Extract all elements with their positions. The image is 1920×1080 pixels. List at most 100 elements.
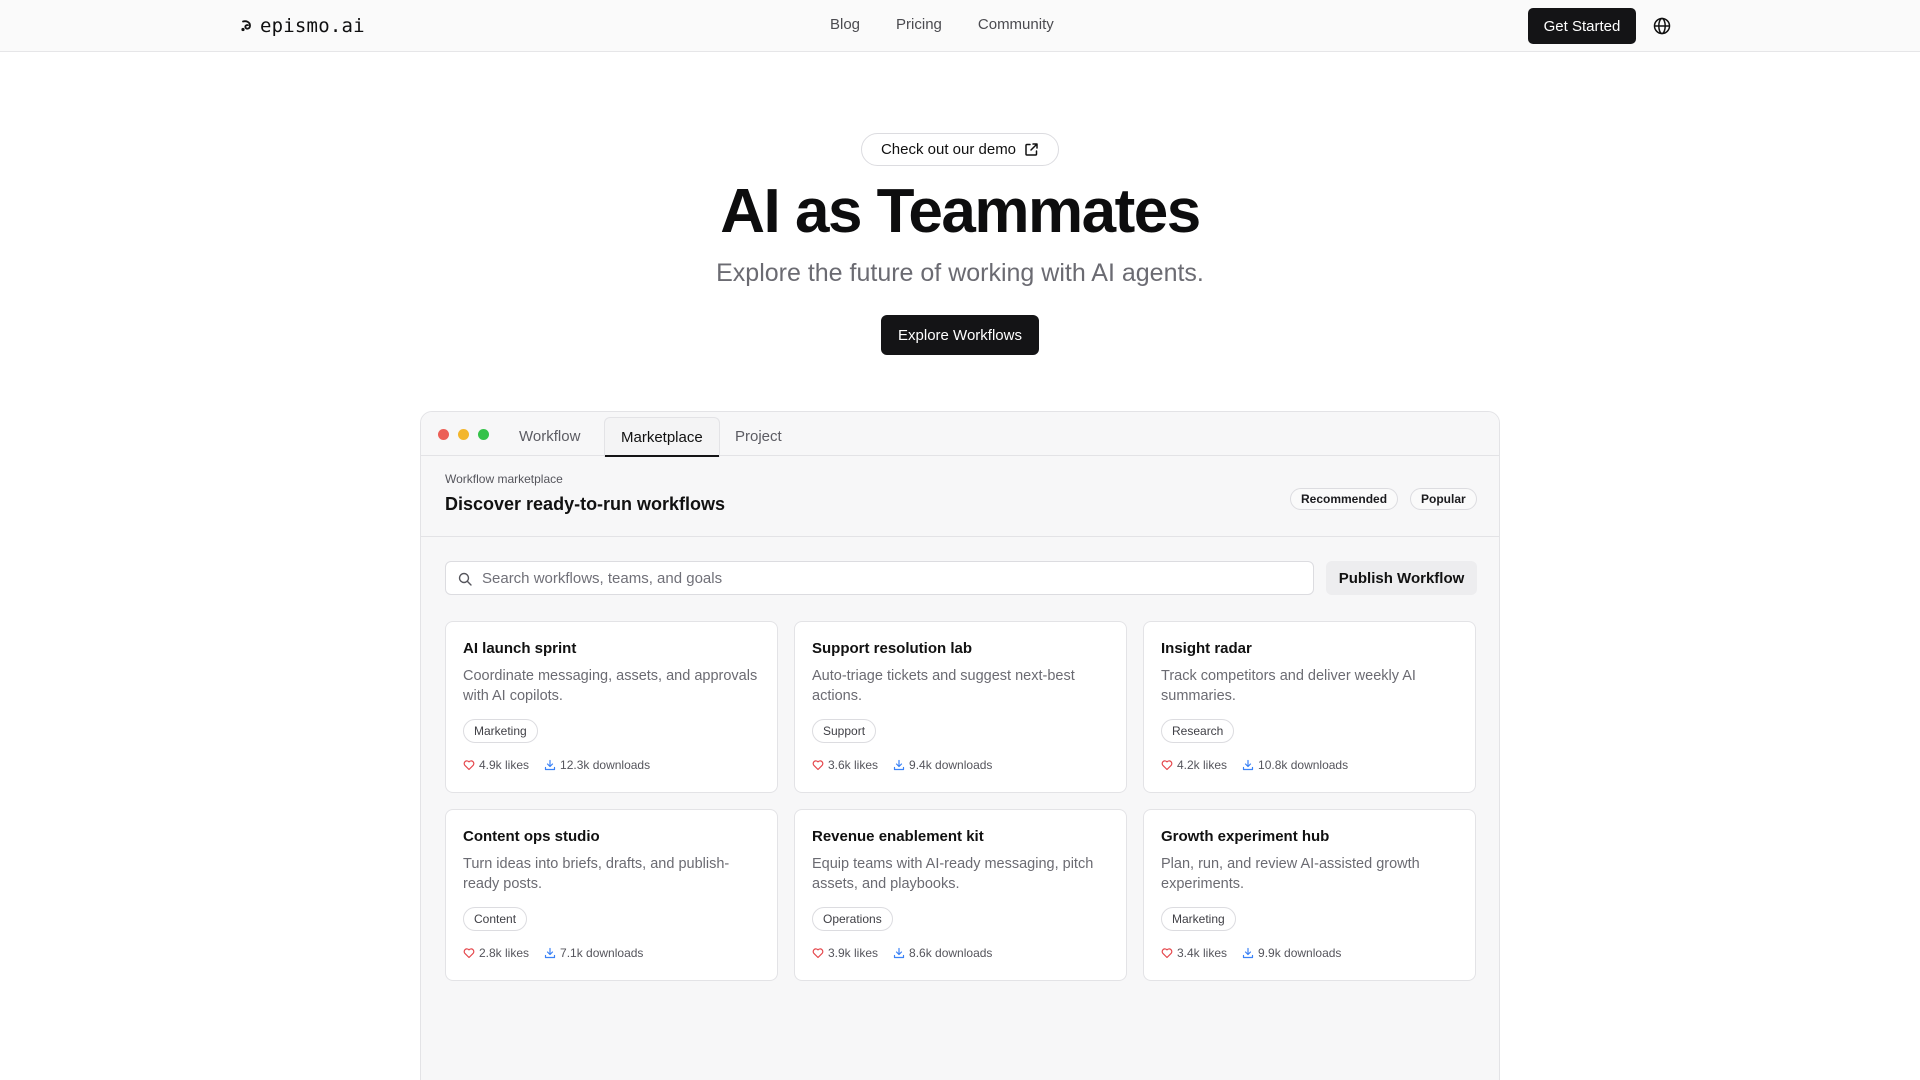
external-link-icon — [1025, 143, 1038, 156]
workflow-card[interactable]: Growth experiment hub Plan, run, and rev… — [1143, 809, 1476, 981]
filter-chip-popular[interactable]: Popular — [1410, 488, 1477, 510]
card-title: Insight radar — [1161, 640, 1252, 657]
likes-count: 3.9k likes — [828, 946, 879, 960]
downloads-stat: 9.9k downloads — [1242, 946, 1341, 960]
app-window: Workflow Marketplace Project Workflow ma… — [420, 411, 1500, 1080]
card-title: Content ops studio — [463, 828, 600, 845]
downloads-count: 9.9k downloads — [1258, 946, 1342, 960]
card-description: Plan, run, and review AI-assisted growth… — [1161, 856, 1420, 892]
download-icon — [1242, 759, 1254, 771]
downloads-stat: 8.6k downloads — [893, 946, 992, 960]
search-icon — [458, 572, 472, 586]
card-tag: Content — [463, 907, 528, 931]
window-maximize-dot — [478, 429, 489, 440]
heart-icon — [1161, 760, 1173, 771]
nav-link-blog[interactable]: Blog — [830, 16, 860, 33]
likes-count: 4.2k likes — [1177, 758, 1228, 772]
search-input[interactable] — [446, 562, 1313, 594]
card-description: Auto-triage tickets and suggest next-bes… — [812, 668, 1075, 704]
hero-title: AI as Teammates — [720, 177, 1201, 246]
likes-count: 3.6k likes — [828, 758, 879, 772]
demo-link[interactable]: Check out our demo — [861, 133, 1059, 166]
workflow-card-grid: AI launch sprint Coordinate messaging, a… — [445, 621, 1477, 981]
likes-stat: 3.6k likes — [812, 758, 878, 772]
card-title: Revenue enablement kit — [812, 828, 984, 845]
heart-icon — [1161, 948, 1173, 959]
nav-link-community[interactable]: Community — [978, 16, 1054, 33]
card-title: AI launch sprint — [463, 640, 577, 657]
card-stats: 3.6k likes 9.4k downloads — [812, 758, 992, 772]
downloads-stat: 7.1k downloads — [544, 946, 643, 960]
card-stats: 2.8k likes 7.1k downloads — [463, 946, 643, 960]
likes-stat: 4.2k likes — [1161, 758, 1227, 772]
card-tag: Operations — [812, 907, 893, 931]
window-minimize-dot — [458, 429, 469, 440]
likes-stat: 3.9k likes — [812, 946, 878, 960]
likes-count: 2.8k likes — [479, 946, 530, 960]
card-tag: Research — [1161, 719, 1235, 743]
download-icon — [1242, 947, 1254, 959]
tab-project[interactable]: Project — [719, 417, 798, 456]
globe-icon[interactable] — [1652, 16, 1672, 36]
heart-icon — [812, 760, 824, 771]
heart-icon — [812, 948, 824, 959]
card-title: Support resolution lab — [812, 640, 972, 657]
demo-link-label: Check out our demo — [880, 141, 1017, 158]
card-tag: Marketing — [1161, 907, 1236, 931]
card-title: Growth experiment hub — [1161, 828, 1330, 845]
workflow-card[interactable]: Revenue enablement kit Equip teams with … — [794, 809, 1127, 981]
likes-count: 3.4k likes — [1177, 946, 1228, 960]
hero-subtitle: Explore the future of working with AI ag… — [716, 259, 1204, 287]
explore-workflows-button[interactable]: Explore Workflows — [881, 315, 1039, 355]
card-stats: 3.4k likes 9.9k downloads — [1161, 946, 1341, 960]
card-tag: Marketing — [463, 719, 538, 743]
card-description: Turn ideas into briefs, drafts, and publ… — [463, 856, 730, 892]
downloads-count: 7.1k downloads — [560, 946, 644, 960]
download-icon — [893, 947, 905, 959]
window-close-dot — [438, 429, 449, 440]
heart-icon — [463, 760, 475, 771]
top-nav: epismo.ai Blog Pricing Community Get Sta… — [0, 0, 1920, 52]
likes-stat: 2.8k likes — [463, 946, 529, 960]
workflow-card[interactable]: AI launch sprint Coordinate messaging, a… — [445, 621, 778, 793]
heart-icon — [463, 948, 475, 959]
downloads-count: 8.6k downloads — [909, 946, 993, 960]
card-stats: 3.9k likes 8.6k downloads — [812, 946, 992, 960]
card-description: Track competitors and deliver weekly AI … — [1161, 668, 1416, 704]
nav-link-pricing[interactable]: Pricing — [896, 16, 942, 33]
download-icon — [893, 759, 905, 771]
nav-links: Blog Pricing Community — [830, 16, 1054, 33]
downloads-stat: 10.8k downloads — [1242, 758, 1348, 772]
marketplace-title: Discover ready-to-run workflows — [445, 494, 726, 514]
window-title-bar: Workflow Marketplace Project — [421, 412, 1499, 457]
card-description: Equip teams with AI-ready messaging, pit… — [812, 856, 1094, 892]
downloads-count: 9.4k downloads — [909, 758, 993, 772]
filter-chip-recommended[interactable]: Recommended — [1290, 488, 1399, 510]
likes-count: 4.9k likes — [479, 758, 530, 772]
downloads-stat: 12.3k downloads — [544, 758, 650, 772]
downloads-count: 12.3k downloads — [560, 758, 651, 772]
brand-name: epismo.ai — [260, 15, 365, 37]
workflow-card[interactable]: Content ops studio Turn ideas into brief… — [445, 809, 778, 981]
marketplace-header: Workflow marketplace Discover ready-to-r… — [421, 457, 1499, 537]
tab-workflow[interactable]: Workflow — [503, 417, 596, 456]
downloads-stat: 9.4k downloads — [893, 758, 992, 772]
card-tag: Support — [812, 719, 877, 743]
workflow-card[interactable]: Insight radar Track competitors and deli… — [1143, 621, 1476, 793]
brand-logo-icon — [241, 20, 251, 32]
card-stats: 4.2k likes 10.8k downloads — [1161, 758, 1348, 772]
marketplace-eyebrow: Workflow marketplace — [445, 472, 563, 486]
likes-stat: 4.9k likes — [463, 758, 529, 772]
likes-stat: 3.4k likes — [1161, 946, 1227, 960]
get-started-button[interactable]: Get Started — [1528, 8, 1636, 44]
download-icon — [544, 759, 556, 771]
workflow-search — [445, 561, 1314, 595]
card-description: Coordinate messaging, assets, and approv… — [463, 668, 758, 704]
download-icon — [544, 947, 556, 959]
workflow-card[interactable]: Support resolution lab Auto-triage ticke… — [794, 621, 1127, 793]
publish-workflow-button[interactable]: Publish Workflow — [1326, 561, 1477, 595]
downloads-count: 10.8k downloads — [1258, 758, 1349, 772]
tab-marketplace[interactable]: Marketplace — [604, 417, 720, 457]
brand-logo-link[interactable]: epismo.ai — [240, 13, 365, 39]
card-stats: 4.9k likes 12.3k downloads — [463, 758, 650, 772]
